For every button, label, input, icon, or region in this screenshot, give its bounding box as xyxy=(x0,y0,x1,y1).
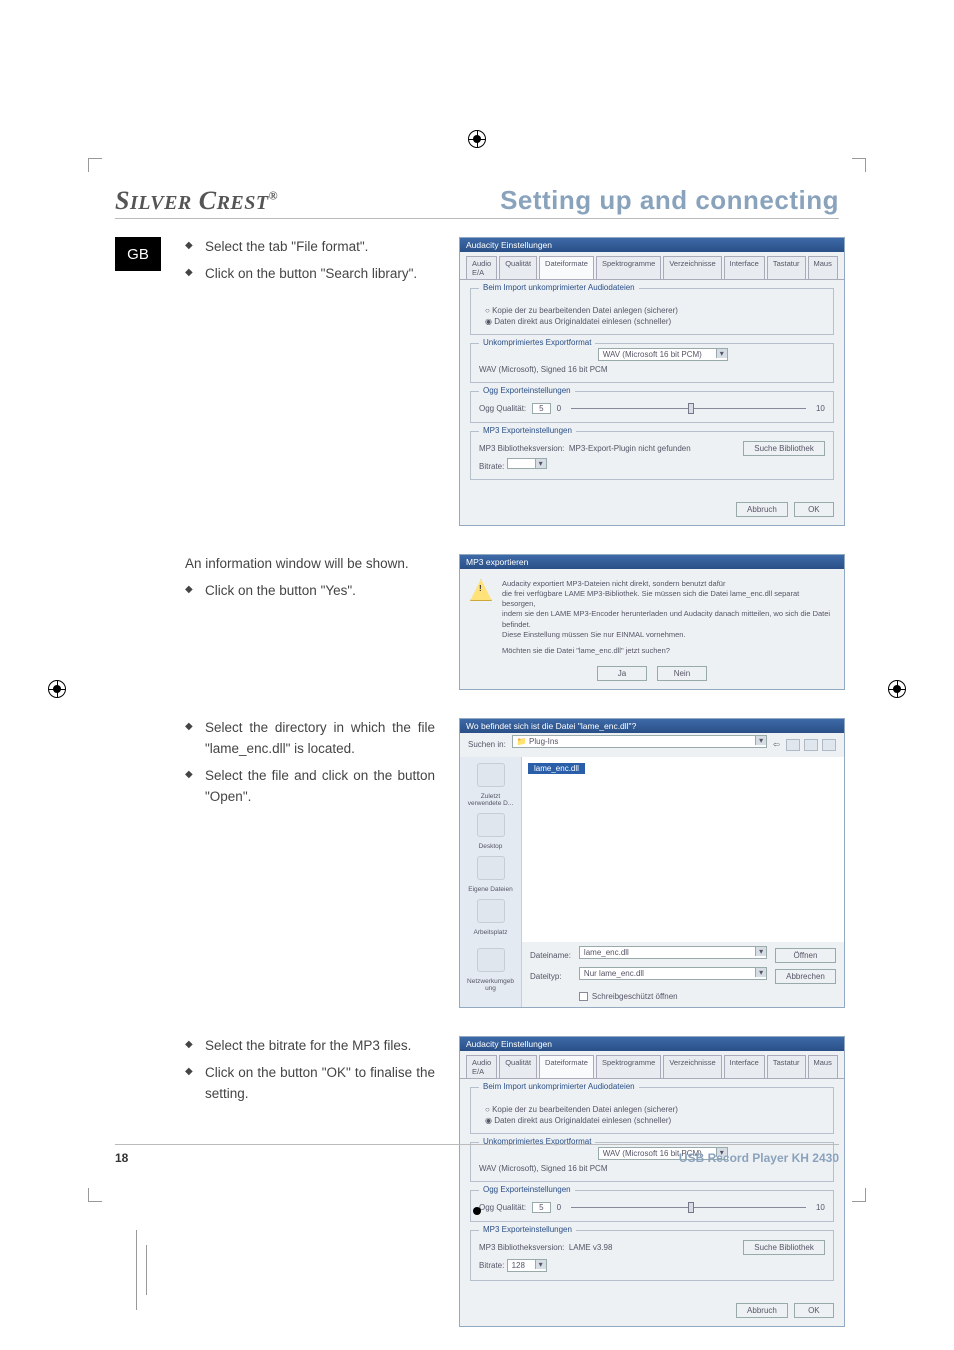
print-registration-mark xyxy=(468,130,486,148)
tab[interactable]: Qualität xyxy=(499,1055,537,1078)
bitrate-select[interactable]: 128▾ xyxy=(507,1259,547,1272)
ogg-quality-slider[interactable]: Ogg Qualität: 5 0 10 xyxy=(479,403,825,414)
tab[interactable]: Verzeichnisse xyxy=(663,256,721,279)
print-registration-mark xyxy=(48,680,66,698)
view-menu-icon[interactable] xyxy=(822,739,836,751)
group-label: Ogg Exporteinstellungen xyxy=(479,1185,575,1194)
tab[interactable]: Interface xyxy=(724,1055,765,1078)
cancel-button[interactable]: Abbrechen xyxy=(775,969,836,984)
format-select[interactable]: WAV (Microsoft 16 bit PCM)▾ xyxy=(598,348,728,361)
section-title: Setting up and connecting xyxy=(500,185,839,216)
binding-mark xyxy=(136,1230,137,1310)
group-label: Unkomprimiertes Exportformat xyxy=(479,338,595,347)
yes-button[interactable]: Ja xyxy=(597,666,647,681)
instruction-item: Click on the button "Search library". xyxy=(185,264,435,285)
tab[interactable]: Maus xyxy=(808,1055,838,1078)
tab[interactable]: Tastatur xyxy=(767,1055,806,1078)
instruction-item: Select the bitrate for the MP3 files. xyxy=(185,1036,435,1057)
tab[interactable]: Verzeichnisse xyxy=(663,1055,721,1078)
lookin-label: Suchen in: xyxy=(468,740,506,749)
tab[interactable]: Interface xyxy=(724,256,765,279)
tab-active[interactable]: Dateiformate xyxy=(539,1055,594,1078)
group-label: MP3 Exporteinstellungen xyxy=(479,1225,576,1234)
screenshot-message-box: MP3 exportieren Audacity exportiert MP3-… xyxy=(459,554,845,690)
open-button[interactable]: Öffnen xyxy=(775,948,836,963)
ok-button[interactable]: OK xyxy=(794,502,834,517)
message-text: Audacity exportiert MP3-Dateien nicht di… xyxy=(502,579,834,640)
tab[interactable]: Spektrogramme xyxy=(596,256,661,279)
group-label: Beim Import unkomprimierter Audiodateien xyxy=(479,1082,639,1091)
product-name: USB Record Player KH 2430 xyxy=(679,1151,839,1165)
print-registration-mark xyxy=(888,680,906,698)
tab[interactable]: Qualität xyxy=(499,256,537,279)
documents-icon[interactable] xyxy=(477,856,505,880)
up-folder-icon[interactable] xyxy=(786,739,800,751)
binding-mark xyxy=(146,1245,147,1295)
group-label: Beim Import unkomprimierter Audiodateien xyxy=(479,283,639,292)
ok-button[interactable]: OK xyxy=(794,1303,834,1318)
page-number: 18 xyxy=(115,1151,128,1165)
filename-label: Dateiname: xyxy=(530,951,571,960)
warning-icon xyxy=(470,579,492,601)
desktop-icon[interactable] xyxy=(477,813,505,837)
no-button[interactable]: Nein xyxy=(657,666,707,681)
radio-option[interactable]: ○ Kopie der zu bearbeitenden Datei anleg… xyxy=(485,306,825,315)
computer-icon[interactable] xyxy=(477,899,505,923)
tab[interactable]: Maus xyxy=(808,256,838,279)
screenshot-preferences-dialog-final: Audacity Einstellungen Audio E/A Qualitä… xyxy=(459,1036,845,1327)
tab[interactable]: Spektrogramme xyxy=(596,1055,661,1078)
radio-option[interactable]: ○ Kopie der zu bearbeitenden Datei anleg… xyxy=(485,1105,825,1114)
new-folder-icon[interactable] xyxy=(804,739,818,751)
page-header: SILVER CREST® Setting up and connecting xyxy=(115,185,839,219)
lookin-select[interactable]: 📁 Plug-Ins▾ xyxy=(512,735,767,748)
filetype-label: Dateityp: xyxy=(530,972,571,981)
dialog-tabs: Audio E/A Qualität Dateiformate Spektrog… xyxy=(460,1051,844,1079)
instruction-text: An information window will be shown. xyxy=(185,554,435,575)
bitrate-select[interactable]: ▾ xyxy=(507,458,547,469)
search-library-button[interactable]: Suche Bibliothek xyxy=(743,1240,825,1255)
ogg-quality-slider[interactable]: Ogg Qualität: 5 0 10 xyxy=(479,1202,825,1213)
crop-mark xyxy=(88,158,108,178)
readonly-checkbox[interactable]: Schreibgeschützt öffnen xyxy=(579,992,767,1001)
group-label: MP3 Exporteinstellungen xyxy=(479,426,576,435)
crop-mark xyxy=(846,158,866,178)
message-question: Möchten sie die Datei "lame_enc.dll" jet… xyxy=(502,646,834,656)
dialog-tabs: Audio E/A Qualität Dateiformate Spektrog… xyxy=(460,252,844,280)
recent-icon[interactable] xyxy=(477,763,505,787)
tab[interactable]: Tastatur xyxy=(767,256,806,279)
screenshot-file-dialog: Wo befindet sich ist die Datei "lame_enc… xyxy=(459,718,845,1008)
group-label: Ogg Exporteinstellungen xyxy=(479,386,575,395)
cancel-button[interactable]: Abbruch xyxy=(736,1303,788,1318)
page-footer: 18 USB Record Player KH 2430 xyxy=(115,1144,839,1165)
dialog-titlebar: MP3 exportieren xyxy=(460,555,844,569)
brand-logo: SILVER CREST® xyxy=(115,186,278,216)
tab[interactable]: Audio E/A xyxy=(466,256,497,279)
dialog-titlebar: Audacity Einstellungen xyxy=(460,1037,844,1051)
radio-option[interactable]: ◉ Daten direkt aus Originaldatei einlese… xyxy=(485,1116,825,1125)
format-description: WAV (Microsoft), Signed 16 bit PCM xyxy=(479,365,825,374)
filename-field[interactable]: lame_enc.dll▾ xyxy=(579,946,767,959)
dialog-titlebar: Audacity Einstellungen xyxy=(460,238,844,252)
cancel-button[interactable]: Abbruch xyxy=(736,502,788,517)
screenshot-preferences-dialog: Audacity Einstellungen Audio E/A Qualitä… xyxy=(459,237,845,526)
crop-mark xyxy=(88,1182,108,1202)
tab-active[interactable]: Dateiformate xyxy=(539,256,594,279)
instruction-item: Select the directory in which the file "… xyxy=(185,718,435,760)
tab[interactable]: Audio E/A xyxy=(466,1055,497,1078)
radio-option[interactable]: ◉ Daten direkt aus Originaldatei einlese… xyxy=(485,317,825,326)
instruction-item: Click on the button "Yes". xyxy=(185,581,435,602)
file-item-selected[interactable]: lame_enc.dll xyxy=(528,763,585,774)
back-icon[interactable]: ⇦ xyxy=(773,740,780,749)
instruction-item: Select the file and click on the button … xyxy=(185,766,435,808)
network-icon[interactable] xyxy=(477,948,505,972)
places-bar: Zuletzt verwendete D... Desktop Eigene D… xyxy=(460,757,522,942)
crop-mark xyxy=(846,1182,866,1202)
language-tab: GB xyxy=(115,237,161,271)
format-description: WAV (Microsoft), Signed 16 bit PCM xyxy=(479,1164,825,1173)
instruction-item: Select the tab "File format". xyxy=(185,237,435,258)
instruction-item: Click on the button "OK" to finalise the… xyxy=(185,1063,435,1105)
search-library-button[interactable]: Suche Bibliothek xyxy=(743,441,825,456)
dialog-titlebar: Wo befindet sich ist die Datei "lame_enc… xyxy=(460,719,844,733)
filetype-select[interactable]: Nur lame_enc.dll▾ xyxy=(579,967,767,980)
